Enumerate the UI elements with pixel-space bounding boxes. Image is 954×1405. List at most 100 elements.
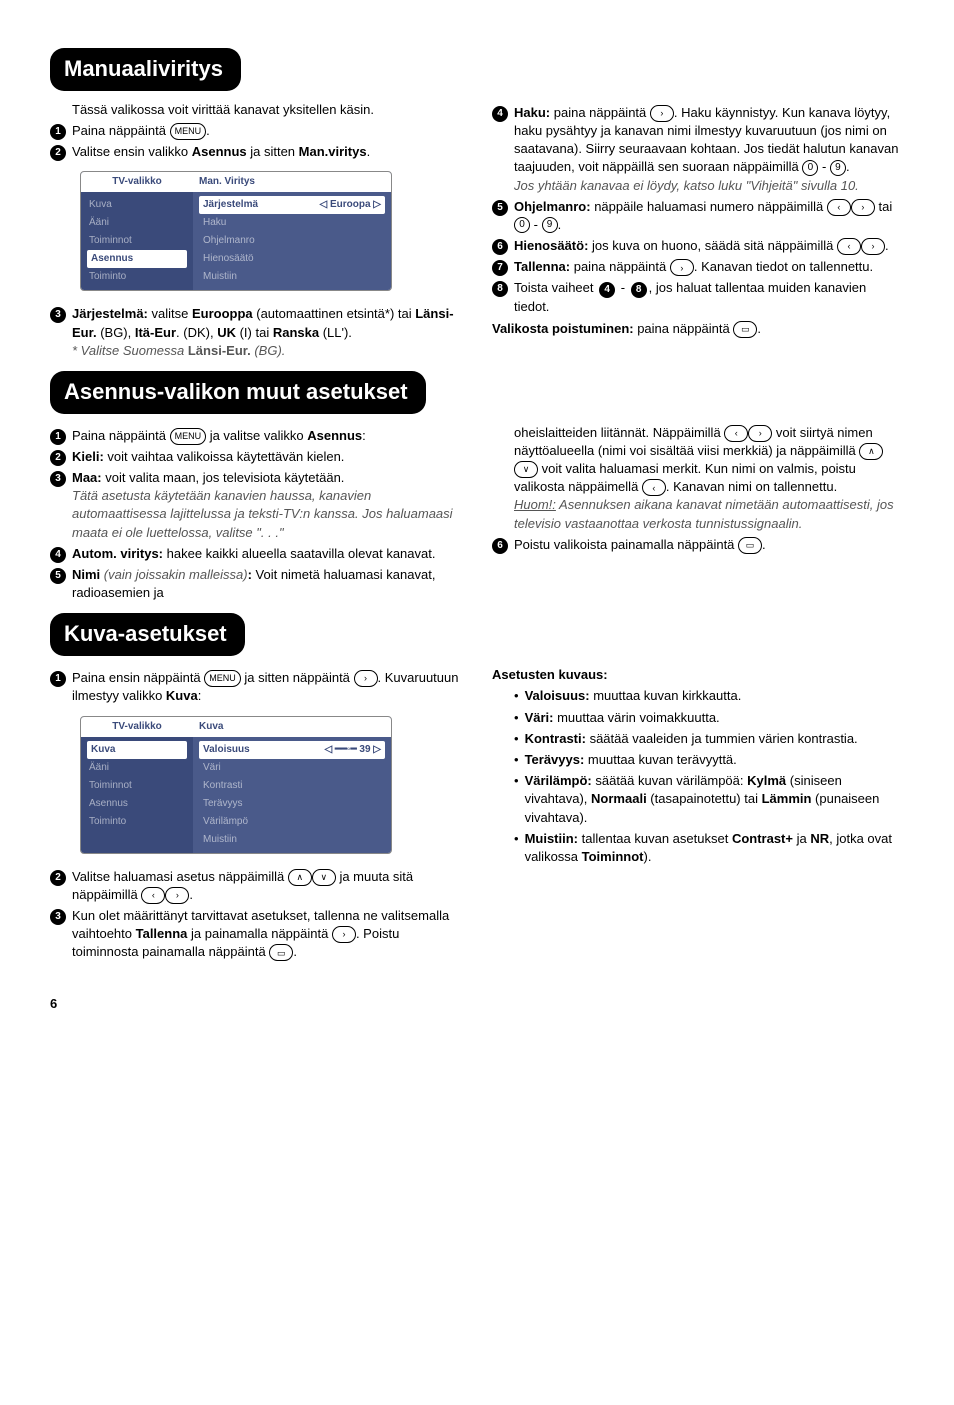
step-text: Paina näppäintä MENU. — [72, 122, 462, 140]
intro-text: Tässä valikossa voit virittää kanavat yk… — [72, 101, 462, 119]
nine-key-icon: 9 — [542, 217, 558, 233]
menu-item: Toiminto — [87, 268, 187, 286]
section-heading: Manuaaliviritys — [50, 48, 241, 91]
list-item: •Terävyys: muuttaa kuvan terävyyttä. — [514, 751, 904, 769]
step-text: Poistu valikoista painamalla näppäintä ▭… — [514, 536, 904, 554]
step-text: Valitse haluamasi asetus näppäimillä ∧∨ … — [72, 868, 462, 904]
step-text: Tallenna: paina näppäintä ›. Kanavan tie… — [514, 258, 904, 276]
up-key-icon: ∧ — [288, 869, 312, 886]
menu-item: Ääni — [87, 214, 187, 232]
step-number: 1 — [50, 671, 66, 687]
menu-item: Haku — [199, 214, 385, 232]
step-number: 3 — [50, 909, 66, 925]
step-text: Valitse ensin valikko Asennus ja sitten … — [72, 143, 462, 161]
list-item: •Kontrasti: säätää vaaleiden ja tummien … — [514, 730, 904, 748]
step-text: Kieli: voit vaihtaa valikoissa käytettäv… — [72, 448, 462, 466]
menu-item-selected: Asennus — [87, 250, 187, 268]
tv-menu-graphic: TV-valikko Kuva Ääni Toiminnot Asennus T… — [80, 171, 392, 291]
step-number: 3 — [50, 307, 66, 323]
menu-item: Muistiin — [199, 831, 385, 849]
step-text: Kun olet määrittänyt tarvittavat asetuks… — [72, 907, 462, 962]
nine-key-icon: 9 — [830, 160, 846, 176]
menu-item: Ääni — [87, 759, 187, 777]
menu-item: Toiminnot — [87, 232, 187, 250]
menu-item-selected: Valoisuus ◁ ━━◦━ 39 ▷ — [199, 741, 385, 759]
menu-item: Kuva — [87, 196, 187, 214]
list-item: •Värilämpö: säätää kuvan värilämpöä: Kyl… — [514, 772, 904, 827]
step-text: Hienosäätö: jos kuva on huono, säädä sit… — [514, 237, 904, 255]
tv-key-icon: ▭ — [269, 944, 293, 961]
step-number: 4 — [50, 547, 66, 563]
menu-key-icon: MENU — [170, 123, 207, 140]
menu-left-title: TV-valikko — [81, 172, 193, 192]
zero-key-icon: 0 — [514, 217, 530, 233]
menu-item: Kontrasti — [199, 777, 385, 795]
step-text: Haku: paina näppäintä ›. Haku käynnistyy… — [514, 104, 904, 195]
step-number: 3 — [50, 471, 66, 487]
menu-item: Terävyys — [199, 795, 385, 813]
right-key-icon: › — [650, 105, 674, 122]
menu-item: Väri — [199, 759, 385, 777]
section-heading: Asennus-valikon muut asetukset — [50, 371, 426, 414]
section-heading: Kuva-asetukset — [50, 613, 245, 656]
list-item: •Väri: muuttaa värin voimakkuutta. — [514, 709, 904, 727]
step-text: Autom. viritys: hakee kaikki alueella sa… — [72, 545, 462, 563]
right-key-icon: › — [354, 670, 378, 687]
menu-item: Toiminto — [87, 813, 187, 831]
right-key-icon: › — [861, 238, 885, 255]
tv-key-icon: ▭ — [738, 537, 762, 554]
left-key-icon: ‹ — [724, 425, 748, 442]
step-text: Toista vaiheet 4 - 8, jos haluat tallent… — [514, 279, 904, 316]
list-item: •Muistiin: tallentaa kuvan asetukset Con… — [514, 830, 904, 866]
page-number: 6 — [50, 995, 904, 1013]
menu-item: Hienosäätö — [199, 250, 385, 268]
exit-text: Valikosta poistuminen: paina näppäintä ▭… — [492, 320, 904, 338]
menu-item: Asennus — [87, 795, 187, 813]
right-key-icon: › — [851, 199, 875, 216]
menu-key-icon: MENU — [204, 670, 241, 687]
left-key-icon: ‹ — [642, 479, 666, 496]
up-key-icon: ∧ — [859, 443, 883, 460]
tv-key-icon: ▭ — [733, 321, 757, 338]
step-number: 2 — [50, 870, 66, 886]
tv-menu-graphic: TV-valikko Kuva Ääni Toiminnot Asennus T… — [80, 716, 392, 854]
menu-right-title: Kuva — [193, 717, 391, 737]
list-item: •Valoisuus: muuttaa kuvan kirkkautta. — [514, 687, 904, 705]
step-number: 7 — [492, 260, 508, 276]
left-key-icon: ‹ — [827, 199, 851, 216]
right-key-icon: › — [165, 887, 189, 904]
step-number: 5 — [50, 568, 66, 584]
right-key-icon: › — [332, 926, 356, 943]
right-key-icon: › — [670, 259, 694, 276]
menu-right-title: Man. Viritys — [193, 172, 391, 192]
step-text: Maa: voit valita maan, jos televisiota k… — [72, 469, 462, 542]
menu-item-selected: Järjestelmä ◁ Euroopa ▷ — [199, 196, 385, 214]
step-text: Nimi (vain joissakin malleissa): Voit ni… — [72, 566, 462, 602]
step-number: 8 — [492, 281, 508, 297]
continuation-text: oheislaitteiden liitännät. Näppäimillä ‹… — [514, 424, 904, 533]
step-number: 5 — [492, 200, 508, 216]
step-number: 6 — [492, 239, 508, 255]
step-number: 2 — [50, 145, 66, 161]
left-key-icon: ‹ — [837, 238, 861, 255]
step-number: 6 — [492, 538, 508, 554]
step-number: 1 — [50, 429, 66, 445]
menu-left-title: TV-valikko — [81, 717, 193, 737]
description-title: Asetusten kuvaus: — [492, 666, 904, 684]
right-key-icon: › — [748, 425, 772, 442]
step-number: 1 — [50, 124, 66, 140]
menu-key-icon: MENU — [170, 428, 207, 445]
step-text: Paina näppäintä MENU ja valitse valikko … — [72, 427, 462, 445]
step-text: Järjestelmä: valitse Eurooppa (automaatt… — [72, 305, 462, 360]
step-number: 2 — [50, 450, 66, 466]
menu-item-selected: Kuva — [87, 741, 187, 759]
menu-item: Muistiin — [199, 268, 385, 286]
left-key-icon: ‹ — [141, 887, 165, 904]
menu-item: Värilämpö — [199, 813, 385, 831]
menu-item: Ohjelmanro — [199, 232, 385, 250]
down-key-icon: ∨ — [312, 869, 336, 886]
menu-item: Toiminnot — [87, 777, 187, 795]
down-key-icon: ∨ — [514, 461, 538, 478]
step-number: 4 — [492, 106, 508, 122]
step-text: Paina ensin näppäintä MENU ja sitten näp… — [72, 669, 462, 705]
